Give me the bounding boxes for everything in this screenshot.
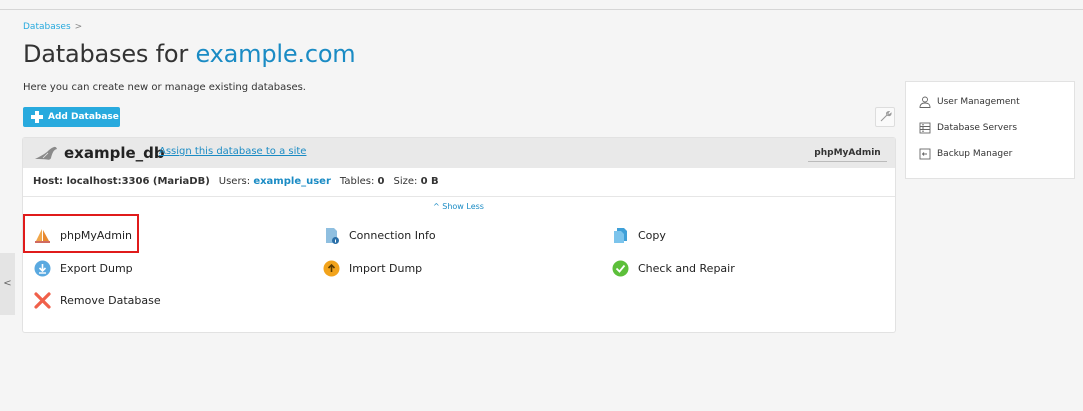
breadcrumb-separator: > bbox=[74, 22, 83, 32]
database-servers-link[interactable]: Database Servers bbox=[919, 122, 1017, 134]
copy-icon bbox=[612, 227, 629, 244]
plus-icon bbox=[31, 111, 43, 123]
server-icon bbox=[919, 122, 931, 134]
remove-database-label: Remove Database bbox=[60, 294, 161, 307]
card-divider bbox=[23, 196, 895, 197]
add-database-button[interactable]: Add Database bbox=[23, 107, 120, 127]
top-divider bbox=[0, 9, 1083, 10]
database-card: example_db Assign this database to a sit… bbox=[23, 138, 895, 332]
check-circle-icon bbox=[612, 260, 629, 277]
collapse-sidebar-button[interactable]: < bbox=[0, 253, 15, 315]
copy-action[interactable]: Copy bbox=[612, 227, 666, 244]
database-servers-label: Database Servers bbox=[937, 123, 1018, 133]
tools-side-panel: User Management Database Servers Backup … bbox=[906, 82, 1074, 178]
size-label: Size: bbox=[393, 176, 418, 187]
database-card-header: example_db Assign this database to a sit… bbox=[23, 138, 895, 168]
user-management-label: User Management bbox=[937, 97, 1020, 107]
assign-site-link[interactable]: Assign this database to a site bbox=[159, 146, 306, 157]
backup-manager-link[interactable]: Backup Manager bbox=[919, 148, 1012, 160]
remove-x-icon bbox=[34, 292, 51, 309]
remove-database-action[interactable]: Remove Database bbox=[34, 292, 161, 309]
breadcrumb-databases-link[interactable]: Databases bbox=[23, 22, 71, 32]
import-dump-action[interactable]: Import Dump bbox=[323, 260, 422, 277]
breadcrumb: Databases > bbox=[23, 22, 82, 32]
database-user-link[interactable]: example_user bbox=[253, 176, 331, 187]
settings-wrench-button[interactable] bbox=[875, 107, 895, 127]
page-description: Here you can create new or manage existi… bbox=[23, 82, 306, 93]
copy-label: Copy bbox=[638, 229, 666, 242]
tables-count: 0 bbox=[377, 176, 385, 187]
mariadb-seal-icon bbox=[35, 146, 57, 160]
phpmyadmin-header-button[interactable]: phpMyAdmin bbox=[808, 145, 887, 162]
check-repair-action[interactable]: Check and Repair bbox=[612, 260, 735, 277]
check-repair-label: Check and Repair bbox=[638, 262, 735, 275]
wrench-icon bbox=[880, 110, 892, 122]
page-title-domain: example.com bbox=[195, 40, 356, 68]
database-info-row: Host: localhost:3306 (MariaDB) Users: exa… bbox=[33, 176, 439, 187]
import-dump-icon bbox=[323, 260, 340, 277]
export-dump-action[interactable]: Export Dump bbox=[34, 260, 133, 277]
host-info: Host: localhost:3306 (MariaDB) bbox=[33, 176, 210, 187]
export-dump-label: Export Dump bbox=[60, 262, 133, 275]
phpmyadmin-action[interactable]: phpMyAdmin bbox=[34, 227, 132, 244]
import-dump-label: Import Dump bbox=[349, 262, 423, 275]
backup-icon bbox=[919, 148, 931, 160]
database-size: 0 B bbox=[420, 176, 439, 187]
connection-info-icon bbox=[323, 227, 340, 244]
user-management-link[interactable]: User Management bbox=[919, 96, 1020, 108]
backup-manager-label: Backup Manager bbox=[937, 149, 1013, 159]
connection-info-label: Connection Info bbox=[349, 229, 436, 242]
users-label: Users: bbox=[218, 176, 251, 187]
add-database-label: Add Database bbox=[48, 112, 119, 122]
phpmyadmin-sail-icon bbox=[34, 227, 51, 244]
user-icon bbox=[919, 96, 931, 108]
tables-label: Tables: bbox=[339, 176, 375, 187]
export-dump-icon bbox=[34, 260, 51, 277]
connection-info-action[interactable]: Connection Info bbox=[323, 227, 436, 244]
show-less-toggle[interactable]: ^ Show Less bbox=[433, 202, 484, 211]
page-title: Databases for example.com bbox=[23, 40, 356, 68]
database-name[interactable]: example_db bbox=[64, 144, 165, 162]
page-title-prefix: Databases for bbox=[23, 40, 189, 68]
page: Databases > Databases for example.com Her… bbox=[0, 0, 1083, 411]
phpmyadmin-action-label: phpMyAdmin bbox=[60, 229, 132, 242]
